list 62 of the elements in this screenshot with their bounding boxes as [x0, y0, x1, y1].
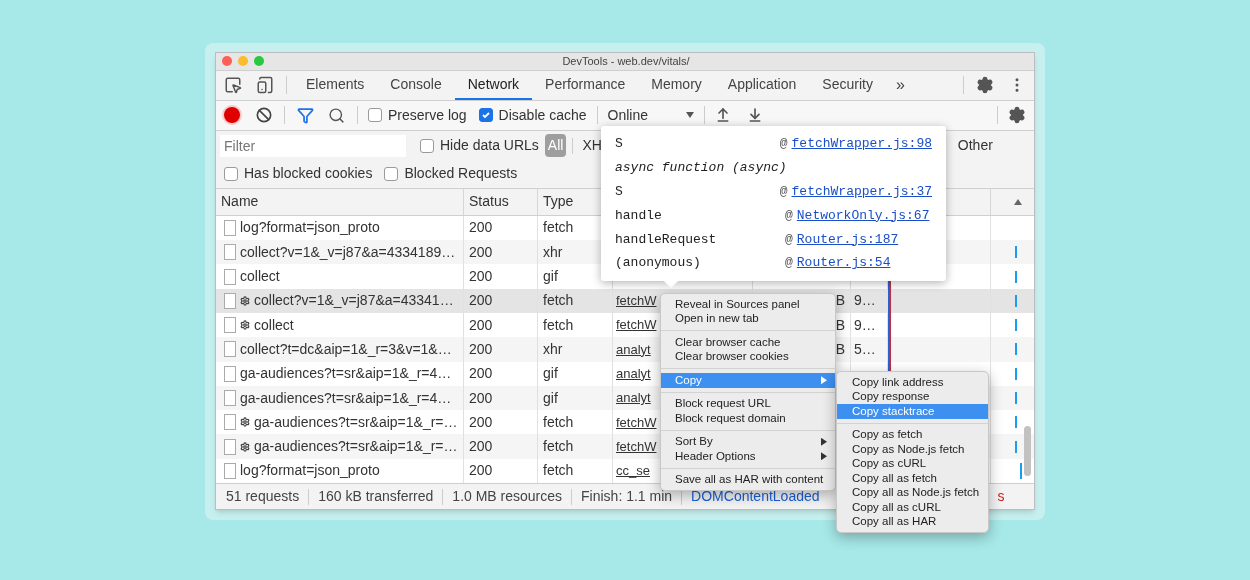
- resource-type: xhr: [543, 339, 563, 359]
- function-name: handleRequest: [615, 230, 718, 249]
- resource-type: fetch: [543, 291, 574, 311]
- function-name: S: [615, 135, 624, 153]
- resource-type: gif: [543, 388, 558, 408]
- dom-content-loaded-text: DOMContentLoaded: [691, 487, 820, 506]
- at-sign: @: [785, 254, 793, 273]
- window-title: DevTools - web.dev/vitals/: [561, 54, 691, 70]
- request-name: log?format=json_proto: [240, 461, 380, 481]
- status-text: 160 kB transferred: [318, 487, 434, 506]
- time-value: 5…: [854, 339, 876, 359]
- at-sign: @: [785, 230, 793, 249]
- request-name: ga-audiences?t=sr&aip=1&_r=4…: [240, 388, 452, 408]
- function-name: S: [615, 182, 624, 201]
- checkbox-label: Blocked Requests: [404, 164, 518, 184]
- status-code: 200: [469, 364, 493, 384]
- time-value: 9…: [854, 291, 876, 311]
- load-time-text: s: [997, 487, 1005, 506]
- status-code: 200: [469, 242, 493, 262]
- request-name: collect: [240, 267, 280, 286]
- status-text: 1.0 MB resources: [452, 487, 563, 506]
- status-code: 200: [469, 218, 493, 238]
- time-value: 9…: [854, 315, 876, 335]
- status-code: 200: [469, 412, 493, 432]
- resource-type: fetch: [543, 412, 574, 432]
- status-code: 200: [469, 339, 493, 359]
- status-code: 200: [469, 267, 493, 286]
- size-value: B: [835, 315, 845, 335]
- request-name: collect?v=1&_v=j87&a=43341…: [254, 291, 454, 311]
- request-name: collect: [254, 315, 294, 335]
- status-text: Finish: 1.1 min: [581, 487, 673, 506]
- status-code: 200: [469, 437, 493, 457]
- checkbox-label: Preserve log: [388, 105, 467, 125]
- request-name: ga-audiences?t=sr&aip=1&_r=…: [254, 412, 458, 432]
- status-code: 200: [469, 461, 493, 481]
- function-name: (anonymous): [615, 254, 702, 273]
- async-boundary-label: async function (async): [615, 158, 788, 177]
- status-text: 51 requests: [226, 487, 300, 506]
- request-name: collect?t=dc&aip=1&_r=3&v=1&…: [240, 339, 452, 359]
- request-name: log?format=json_proto: [240, 218, 380, 238]
- at-sign: @: [779, 135, 788, 153]
- checkbox-label: Has blocked cookies: [244, 164, 373, 184]
- status-code: 200: [469, 388, 493, 408]
- checkbox-label: Disable cache: [498, 105, 587, 125]
- resource-type: gif: [543, 267, 558, 286]
- resource-type: fetch: [543, 315, 574, 335]
- request-name: ga-audiences?t=sr&aip=1&_r=4…: [240, 364, 452, 384]
- status-code: 200: [469, 315, 493, 335]
- request-name: collect?v=1&_v=j87&a=4334189…: [240, 242, 456, 262]
- size-value: B: [835, 339, 845, 359]
- at-sign: @: [785, 206, 793, 225]
- at-sign: @: [779, 182, 788, 201]
- resource-type: fetch: [543, 218, 574, 238]
- resource-type: fetch: [543, 437, 574, 457]
- checkbox-label: Hide data URLs: [440, 136, 539, 156]
- resource-type: fetch: [543, 461, 574, 481]
- function-name: handle: [615, 206, 663, 225]
- resource-type: xhr: [543, 242, 563, 262]
- status-code: 200: [469, 291, 493, 311]
- resource-type: gif: [543, 364, 558, 384]
- size-value: B: [835, 291, 845, 311]
- request-name: ga-audiences?t=sr&aip=1&_r=…: [254, 437, 458, 457]
